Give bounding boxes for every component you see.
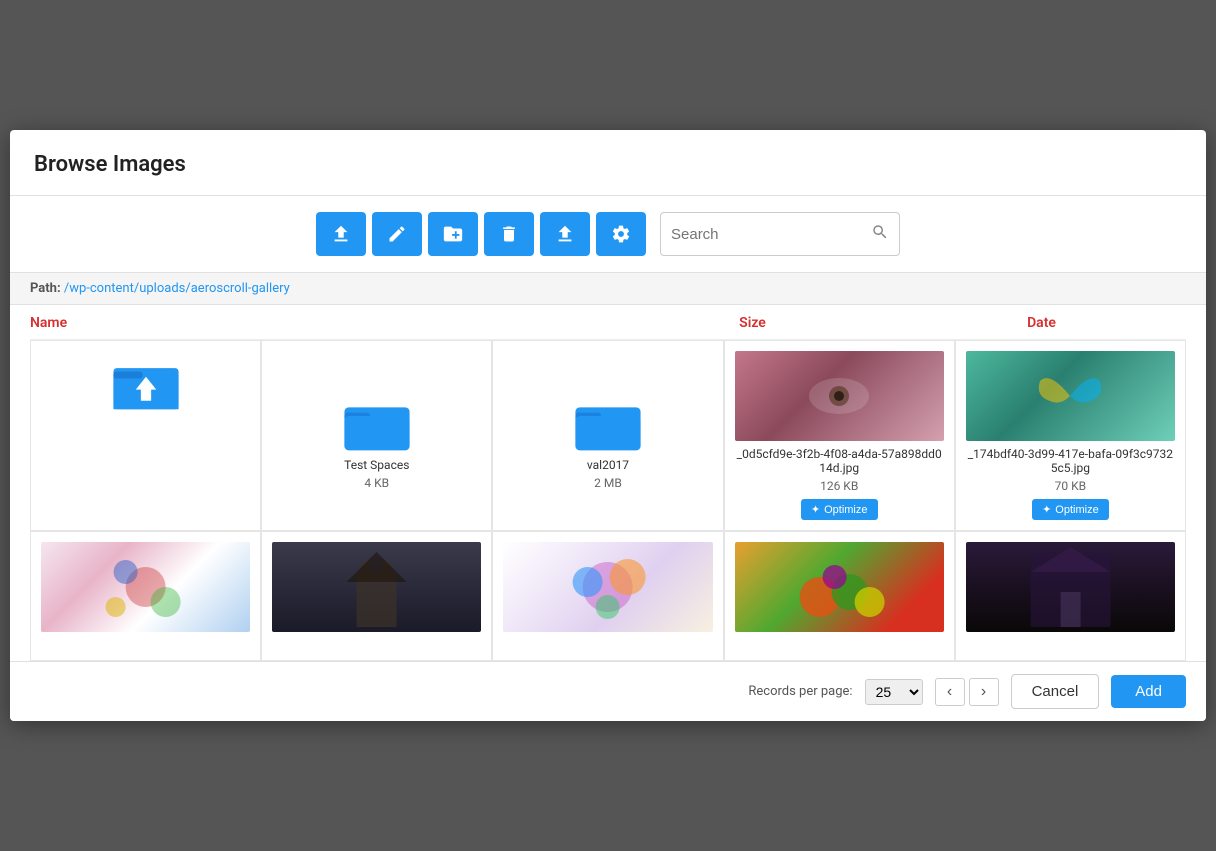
path-bar: Path: /wp-content/uploads/aeroscroll-gal… [10,272,1206,305]
upload-image-button[interactable] [540,212,590,256]
toolbar [10,196,1206,272]
image-grid: Test Spaces 4 KB val2017 2 MB [30,340,1186,661]
delete-button[interactable] [484,212,534,256]
item-size-eye: 126 KB [820,479,858,493]
upload-button[interactable] [316,212,366,256]
item-name-test-spaces: Test Spaces [344,458,409,472]
optimize-all-button[interactable] [596,212,646,256]
color-explosion-thumb [503,542,712,632]
butterfly-image-thumb [966,351,1175,441]
path-label: Path: [30,281,61,296]
grid-item-upload-folder[interactable] [30,340,261,531]
dialog-footer: Records per page: 25 50 100 ‹ › Cancel A… [10,661,1206,721]
eye-image-thumb [735,351,944,441]
records-per-page-label: Records per page: [748,684,852,699]
prev-page-button[interactable]: ‹ [935,678,965,706]
optimize-label-eye: Optimize [824,504,867,516]
folder-icon-2 [573,392,643,452]
next-page-button[interactable]: › [969,678,999,706]
paint-splash-thumb [41,542,250,632]
item-name-butterfly: _174bdf40-3d99-417e-bafa-09f3c97325c5.jp… [966,447,1175,475]
item-size-butterfly: 70 KB [1055,479,1086,493]
dialog-header: Browse Images [10,130,1206,196]
item-name-eye: _0d5cfd9e-3f2b-4f08-a4da-57a898dd014d.jp… [735,447,944,475]
grid-item-color-explosion[interactable] [492,531,723,661]
grid-item-paint-splash[interactable] [30,531,261,661]
item-size-test-spaces: 4 KB [364,476,389,490]
search-box [660,212,900,256]
optimize-btn-eye[interactable]: ✦ Optimize [801,499,878,520]
dark-interior-thumb [966,542,1175,632]
grid-item-test-spaces[interactable]: Test Spaces 4 KB [261,340,492,531]
grid-item-fruits[interactable] [724,531,955,661]
col-size: Size [608,315,897,331]
col-date: Date [897,315,1186,331]
optimize-label-butterfly: Optimize [1055,504,1098,516]
content-area: Name Size Date [10,305,1206,661]
path-value[interactable]: /wp-content/uploads/aeroscroll-gallery [64,281,290,296]
search-input[interactable] [671,226,871,243]
folder-icon [342,392,412,452]
optimize-icon: ✦ [811,503,820,516]
table-header: Name Size Date [30,305,1186,340]
add-button[interactable]: Add [1111,675,1186,708]
fruits-thumb [735,542,944,632]
cancel-button[interactable]: Cancel [1011,674,1100,709]
grid-item-butterfly-image[interactable]: _174bdf40-3d99-417e-bafa-09f3c97325c5.jp… [955,340,1186,531]
browse-images-dialog: Browse Images Path: /wp- [10,130,1206,721]
item-size-val2017: 2 MB [594,476,622,490]
new-folder-button[interactable] [428,212,478,256]
item-name-val2017: val2017 [587,458,629,472]
grid-item-val2017[interactable]: val2017 2 MB [492,340,723,531]
grid-item-eye-image[interactable]: _0d5cfd9e-3f2b-4f08-a4da-57a898dd014d.jp… [724,340,955,531]
grid-item-dark-interior[interactable] [955,531,1186,661]
page-navigation: ‹ › [935,678,999,706]
edit-button[interactable] [372,212,422,256]
col-name: Name [30,315,608,331]
optimize-icon-2: ✦ [1042,503,1051,516]
search-icon-button[interactable] [871,223,889,246]
grid-item-castle[interactable] [261,531,492,661]
grid-scroll[interactable]: Test Spaces 4 KB val2017 2 MB [30,340,1186,661]
optimize-btn-butterfly[interactable]: ✦ Optimize [1032,499,1109,520]
upload-folder-icon [111,351,181,411]
castle-thumb [272,542,481,632]
dialog-title: Browse Images [34,152,1182,177]
records-per-page-select[interactable]: 25 50 100 [865,679,923,705]
